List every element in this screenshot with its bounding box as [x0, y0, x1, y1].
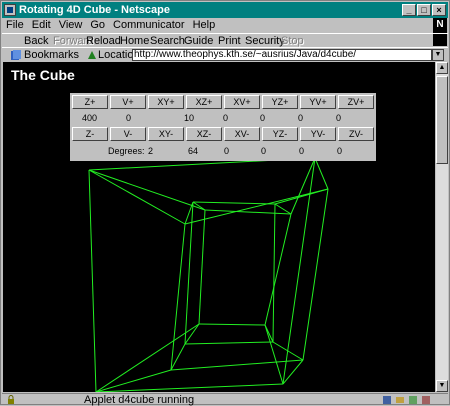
security-button[interactable]: Security: [245, 34, 285, 48]
yz-value: 0: [260, 113, 266, 123]
status-text: Applet d4cube running: [84, 394, 195, 406]
cube-edge-connector-2: [264, 324, 284, 385]
minimize-icon[interactable]: _: [402, 4, 416, 16]
window-title: Rotating 4D Cube - Netscape: [19, 4, 170, 16]
navigation-toolbar: Back Forward Reload Home Search Guide Pr…: [2, 33, 448, 48]
menu-help[interactable]: Help: [189, 18, 220, 32]
xz-value: 10: [184, 113, 195, 123]
cube-edge-connector-5: [274, 188, 329, 205]
page-content: The Cube Z+ V+ XY+ XZ+ XV+ YZ+ YV+ ZV+ 8…: [3, 62, 435, 392]
xy-plus-button[interactable]: XY+: [148, 95, 184, 109]
scroll-up-icon[interactable]: ▲: [436, 62, 448, 74]
menu-edit[interactable]: Edit: [28, 18, 55, 32]
component-bar-mail-icon[interactable]: [395, 395, 405, 405]
component-bar-navigator-icon[interactable]: [382, 395, 392, 405]
cube-edge-outer-2: [95, 383, 284, 392]
cube-edge-outer-9: [314, 157, 329, 190]
vertical-scrollbar[interactable]: ▲ ▼: [436, 62, 448, 392]
bookmarks-button[interactable]: Bookmarks: [24, 48, 79, 62]
xy-minus-button[interactable]: XY-: [148, 127, 184, 141]
back-button[interactable]: Back: [24, 34, 48, 48]
cube-edge-inner-6: [184, 341, 274, 345]
cube-edge-inner-5: [272, 203, 276, 343]
zv-value: 0: [336, 113, 342, 123]
menu-communicator[interactable]: Communicator: [109, 18, 189, 32]
degrees-label: Degrees:: [108, 146, 145, 156]
v-minus-button[interactable]: V-: [110, 127, 146, 141]
cube-edge-outer-3: [88, 169, 97, 392]
component-bar-discussion-icon[interactable]: [408, 395, 418, 405]
cube-edge-outer-6: [170, 359, 304, 371]
cube-edge-outer-8: [88, 169, 186, 225]
cube-edge-inner-0: [204, 209, 292, 215]
yz-plus-button[interactable]: YZ+: [262, 95, 298, 109]
xv-value: 0: [223, 113, 229, 123]
cube-edge-connector-6: [272, 341, 304, 361]
guide-button[interactable]: Guide: [184, 34, 213, 48]
title-bar: Rotating 4D Cube - Netscape _ □ ×: [2, 2, 448, 18]
cube-edge-inner-4: [192, 201, 276, 205]
v-value: 400: [82, 113, 98, 123]
degrees-value-2: 64: [188, 146, 199, 156]
v-plus-button[interactable]: V+: [110, 95, 146, 109]
cube-edge-inner-3: [198, 209, 206, 325]
bookmarks-icon[interactable]: [10, 49, 22, 61]
xv-minus-button[interactable]: XV-: [224, 127, 260, 141]
component-bar-composer-icon[interactable]: [421, 395, 431, 405]
security-lock-icon[interactable]: [6, 395, 16, 405]
zv-plus-button[interactable]: ZV+: [338, 95, 374, 109]
menu-view[interactable]: View: [55, 18, 87, 32]
cube-edge-connector-0: [88, 169, 206, 211]
xz-minus-button[interactable]: XZ-: [186, 127, 222, 141]
location-toolbar: Bookmarks Location: http://www.theophys.…: [2, 47, 448, 62]
search-button[interactable]: Search: [150, 34, 185, 48]
cube-edge-connector-3: [95, 323, 200, 392]
stop-button[interactable]: Stop: [281, 34, 304, 48]
location-input[interactable]: http://www.theophys.kth.se/~ausrius/Java…: [132, 49, 432, 61]
degrees-value-3: 0: [224, 146, 230, 156]
applet-control-panel: Z+ V+ XY+ XZ+ XV+ YZ+ YV+ ZV+ 800 400 0 …: [7, 93, 376, 161]
xz-plus-button[interactable]: XZ+: [186, 95, 222, 109]
zv-minus-button[interactable]: ZV-: [338, 127, 374, 141]
degrees-value-4: 0: [261, 146, 267, 156]
xy-value: 0: [126, 113, 132, 123]
scroll-down-icon[interactable]: ▼: [436, 380, 448, 392]
maximize-icon[interactable]: □: [417, 4, 431, 16]
cube-edge-inner-9: [274, 203, 292, 215]
status-bar: Applet d4cube running: [2, 393, 448, 406]
degrees-value-5: 0: [299, 146, 305, 156]
yv-value: 0: [298, 113, 304, 123]
home-button[interactable]: Home: [120, 34, 149, 48]
cube-edge-inner-2: [198, 323, 266, 326]
netscape-app-icon[interactable]: [4, 4, 16, 16]
menu-file[interactable]: File: [2, 18, 28, 32]
close-icon[interactable]: ×: [432, 4, 446, 16]
z-plus-button[interactable]: Z+: [72, 95, 108, 109]
degrees-value-1: 2: [148, 146, 154, 156]
cube-edge-outer-1: [282, 157, 316, 385]
menu-go[interactable]: Go: [86, 18, 109, 32]
cube-edge-inner-11: [184, 323, 200, 345]
netscape-window: Rotating 4D Cube - Netscape _ □ × File Ed…: [0, 0, 450, 406]
z-value: 800: [7, 113, 23, 123]
yv-plus-button[interactable]: YV+: [300, 95, 336, 109]
location-dropdown-icon[interactable]: ▼: [432, 49, 444, 61]
yv-minus-button[interactable]: YV-: [300, 127, 336, 141]
degrees-value-6: 0: [337, 146, 343, 156]
cube-edge-inner-1: [264, 213, 292, 326]
cube-edge-outer-11: [95, 369, 172, 392]
menu-bar: File Edit View Go Communicator Help: [2, 18, 448, 32]
print-button[interactable]: Print: [218, 34, 241, 48]
xv-plus-button[interactable]: XV+: [224, 95, 260, 109]
reload-button[interactable]: Reload: [86, 34, 121, 48]
scroll-thumb[interactable]: [436, 76, 448, 164]
yz-minus-button[interactable]: YZ-: [262, 127, 298, 141]
z-minus-button[interactable]: Z-: [72, 127, 108, 141]
page-proxy-icon[interactable]: [86, 49, 98, 61]
